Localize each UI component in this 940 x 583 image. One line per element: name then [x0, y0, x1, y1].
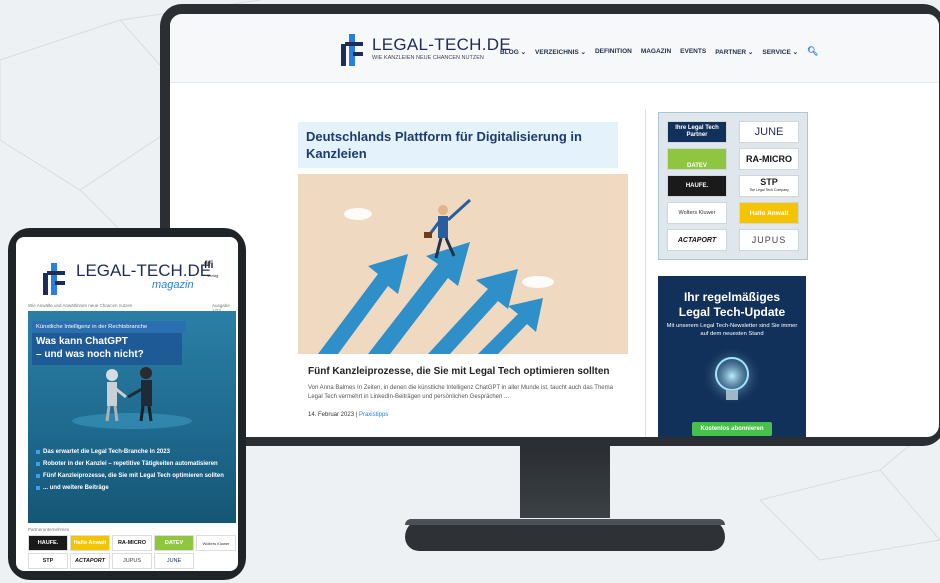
- cover-item: ... und weitere Beiträge: [36, 485, 226, 492]
- publisher-logo: ffi: [204, 260, 214, 271]
- logo-wordmark: LEGAL-TECH.DE: [372, 35, 511, 54]
- main-navigation: BLOG ⌄ VERZEICHNIS ⌄ DEFINITION MAGAZIN …: [500, 46, 818, 57]
- article-excerpt: Von Anna Balmes In Zeiten, in denen die …: [308, 385, 613, 400]
- cover-title-line2: – und was noch nicht?: [36, 349, 144, 360]
- nav-partner[interactable]: PARTNER ⌄: [715, 48, 753, 57]
- column-divider: [645, 109, 646, 437]
- monitor-stand-neck: [520, 446, 610, 518]
- cover-item: Roboter in der Kanzlei – repetitive Täti…: [36, 461, 226, 468]
- magazine-tagline: Wie Anwälte und Anwältinnen neue Chancen…: [28, 303, 133, 308]
- stp-wordmark: STP: [760, 177, 778, 187]
- partner-logo-june[interactable]: JUNE: [739, 121, 799, 143]
- cover-item: Fünf Kanzleiprozesse, die Sie mit Legal …: [36, 473, 226, 480]
- monitor-screen: LEGAL-TECH.DE WIE KANZLEIEN NEUE CHANCEN…: [170, 14, 939, 437]
- article-hero-image[interactable]: [298, 174, 628, 354]
- mag-partner-ra-micro: RA-MICRO: [112, 535, 152, 551]
- nav-definition[interactable]: DEFINITION: [595, 48, 632, 57]
- partners-header-line2: Partner: [686, 132, 708, 138]
- site-logo[interactable]: LEGAL-TECH.DE WIE KANZLEIEN NEUE CHANCEN…: [338, 30, 511, 70]
- mag-partner-hallo-anwalt: Hallo Anwalt: [70, 535, 110, 551]
- mag-partner-june: JUNE: [154, 553, 194, 569]
- nav-events[interactable]: EVENTS: [680, 48, 706, 57]
- publisher-sub: Verlag: [207, 273, 219, 278]
- article-category-link[interactable]: Praxistipps: [359, 412, 388, 418]
- newsletter-text: Mit unserem Legal Tech-Newsletter sind S…: [666, 323, 798, 337]
- human-figure: [127, 367, 153, 422]
- arrows-illustration: [318, 198, 554, 354]
- partners-header-line1: Ihre Legal Tech: [675, 125, 719, 131]
- newsletter-promo: Ihr regelmäßiges Legal Tech-Update Mit u…: [658, 276, 806, 437]
- mag-partner-actaport: ACTAPORT: [70, 553, 110, 569]
- desktop-monitor: LEGAL-TECH.DE WIE KANZLEIEN NEUE CHANCEN…: [160, 4, 940, 446]
- partners-box: Ihre Legal Tech Partner JUNE DATEV RA-MI…: [658, 112, 808, 260]
- cover-item: Das erwartet die Legal Tech-Branche in 2…: [36, 449, 226, 456]
- tablet-screen: LEGAL-TECH.DE magazin ffi Verlag Wie Anw…: [16, 237, 238, 571]
- partner-logo-wolters-kluwer[interactable]: Wolters Kluwer: [667, 202, 727, 224]
- partner-logo-ra-micro[interactable]: RA-MICRO: [739, 148, 799, 170]
- article-meta: 14. Februar 2023 | Praxistipps: [308, 412, 388, 418]
- mag-partner-wolters-kluwer: Wolters Kluwer: [196, 535, 236, 551]
- nav-magazin[interactable]: MAGAZIN: [641, 48, 671, 57]
- lightbulb-icon: [702, 346, 762, 406]
- cover-title: Was kann ChatGPT – und was noch nicht?: [32, 333, 182, 365]
- newsletter-title-line1: Ihr regelmäßiges: [683, 290, 781, 304]
- newsletter-subscribe-button[interactable]: Kostenlos abonnieren: [692, 422, 772, 436]
- hero-title: Deutschlands Plattform für Digitalisieru…: [298, 122, 618, 168]
- cover-kicker: Künstliche Intelligenz in der Rechtsbran…: [32, 321, 186, 333]
- cover-title-line1: Was kann ChatGPT: [36, 336, 128, 347]
- article-date: 14. Februar 2023: [308, 412, 355, 418]
- article-title[interactable]: Fünf Kanzleiprozesse, die Sie mit Legal …: [308, 366, 610, 377]
- nav-service[interactable]: SERVICE ⌄: [762, 48, 798, 57]
- mag-partner-haufe: HAUFE.: [28, 535, 68, 551]
- partner-logo-datev[interactable]: DATEV: [667, 148, 727, 170]
- magazine-partners-label: Partnerunternehmen: [28, 527, 70, 532]
- partner-logo-actaport[interactable]: ACTAPORT: [667, 229, 727, 251]
- magazine-logo-mark-icon: [43, 263, 65, 295]
- stp-subline: The Legal Tech Company: [749, 188, 789, 192]
- mag-partner-jupus: JUPUS: [112, 553, 152, 569]
- mag-partner-datev: DATEV: [154, 535, 194, 551]
- cover-item-list: Das erwartet die Legal Tech-Branche in 2…: [36, 449, 226, 497]
- search-icon[interactable]: 🔍︎: [807, 46, 818, 57]
- monitor-stand-base-highlight: [405, 519, 725, 525]
- partner-logo-haufe[interactable]: HAUFE.: [667, 175, 727, 197]
- partners-header: Ihre Legal Tech Partner: [667, 121, 727, 143]
- tablet-device: LEGAL-TECH.DE magazin ffi Verlag Wie Anw…: [8, 228, 246, 580]
- magazine-sub: magazin: [152, 279, 194, 291]
- nav-blog[interactable]: BLOG ⌄: [500, 48, 526, 57]
- site-header: LEGAL-TECH.DE WIE KANZLEIEN NEUE CHANCEN…: [170, 14, 939, 83]
- partner-logo-hallo-anwalt[interactable]: Hallo Anwalt: [739, 202, 799, 224]
- nav-verzeichnis[interactable]: VERZEICHNIS ⌄: [535, 48, 586, 57]
- logo-mark-icon: [341, 34, 363, 66]
- logo-tagline: WIE KANZLEIEN NEUE CHANCEN NUTZEN: [372, 55, 484, 61]
- partner-logo-jupus[interactable]: JUPUS: [739, 229, 799, 251]
- magazine-wordmark: LEGAL-TECH.DE: [76, 261, 212, 280]
- mag-partner-stp: STP: [28, 553, 68, 569]
- magazine-logo: LEGAL-TECH.DE magazin: [36, 255, 211, 299]
- partner-logo-stp[interactable]: STP The Legal Tech Company: [739, 175, 799, 197]
- newsletter-title-line2: Legal Tech-Update: [678, 305, 786, 319]
- newsletter-title: Ihr regelmäßiges Legal Tech-Update: [658, 290, 806, 320]
